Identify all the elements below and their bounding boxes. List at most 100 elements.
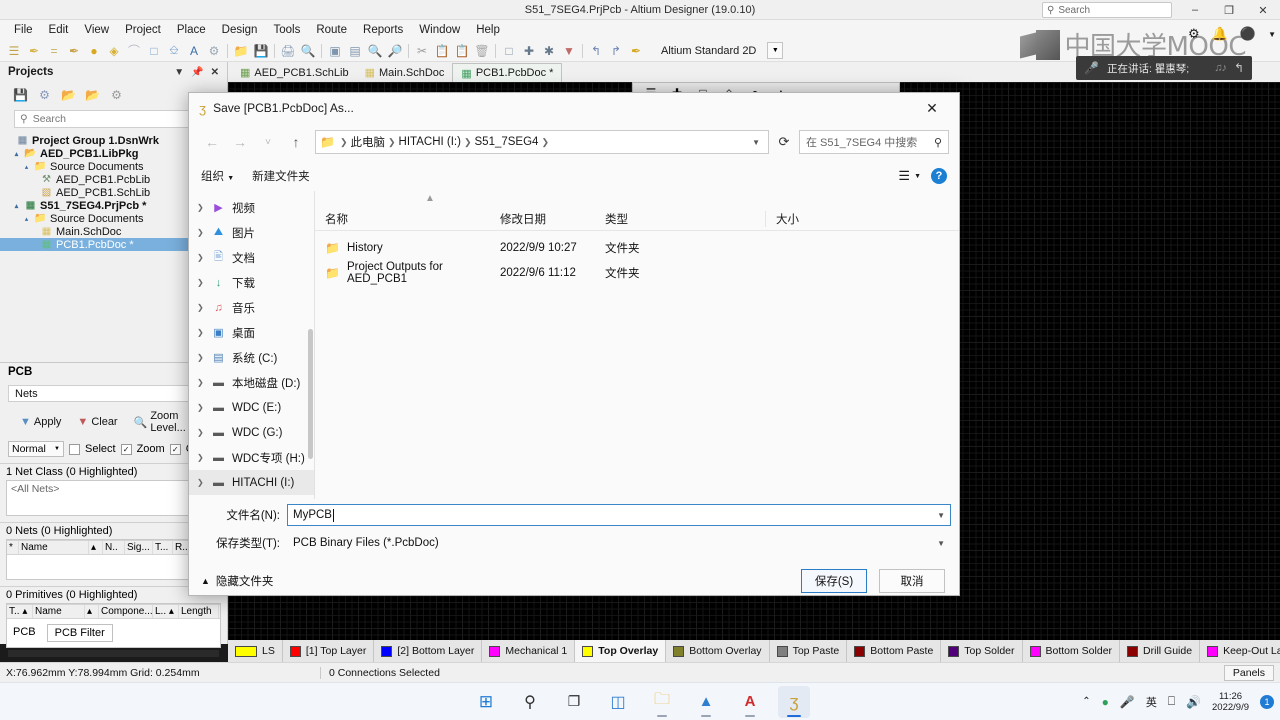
file-explorer-icon[interactable]: 🗀 [646,686,678,718]
chevron-right-icon[interactable]: ❯ [197,453,205,462]
chevron-down-icon[interactable]: ▼ [1268,30,1276,39]
back-button[interactable]: ← [199,129,225,155]
layer-tab-drill-guide[interactable]: Drill Guide [1120,640,1201,662]
move-icon[interactable]: ✚ [519,42,539,60]
prim-col-l[interactable]: L.. ▴ [153,605,179,618]
pin-icon[interactable]: 📌 [191,67,203,78]
cancel-button[interactable]: 取消 [879,569,945,593]
acrobat-icon[interactable]: A [734,686,766,718]
chevron-down-icon[interactable]: ▼ [937,511,945,520]
menu-help[interactable]: Help [468,22,508,38]
nets-col-t[interactable]: T... [153,541,173,554]
doc-tab-pcbdoc[interactable]: ▦ PCB1.PcbDoc * [452,63,563,82]
nets-col-star[interactable]: * [7,541,19,554]
clear-button[interactable]: ▼ Clear [71,413,123,431]
help-button[interactable]: ? [931,168,947,184]
paste-icon[interactable]: 📋 [452,42,472,60]
breadcrumb[interactable]: 📁 ❯ 此电脑 ❯ HITACHI (I:) ❯ S51_7SEG4 ❯ ▼ [315,130,769,154]
align-icon[interactable]: ✱ [539,42,559,60]
menu-edit[interactable]: Edit [41,22,77,38]
sidebar-item-system-c[interactable]: ❯ ▤ 系统 (C:) [189,345,314,370]
antivirus-icon[interactable]: ● [1102,695,1109,709]
sidebar-item-music[interactable]: ❯ ♫ 音乐 [189,295,314,320]
filename-input[interactable]: MyPCB ▼ [287,504,951,526]
nets-col-n[interactable]: N.. [103,541,125,554]
chevron-right-icon[interactable]: ❯ [197,403,205,412]
options-icon[interactable]: ⚙ [108,87,125,104]
dialog-close-button[interactable]: ✕ [911,93,953,123]
tree-twisty[interactable]: ▴ [22,163,31,171]
chevron-right-icon[interactable]: ❯ [197,353,205,362]
menu-view[interactable]: View [76,22,117,38]
fill-icon[interactable]: □ [144,42,164,60]
chevron-right-icon[interactable]: ❯ [197,478,205,487]
close-project-icon[interactable]: 📂 [84,87,101,104]
select-area-icon[interactable]: □ [499,42,519,60]
print-icon[interactable]: 🖨 [278,42,298,60]
volume-icon[interactable]: 🔊 [1186,695,1201,709]
open-icon[interactable]: 📁 [231,42,251,60]
via-icon[interactable]: ✒ [24,42,44,60]
gear-icon[interactable]: ⚙ [1188,26,1200,42]
mic-icon[interactable]: 🎤 [1120,695,1135,709]
doc-tab-schlib[interactable]: ▦ AED_PCB1.SchLib [232,63,357,82]
select-checkbox[interactable] [69,443,80,455]
sidebar-item-videos[interactable]: ❯ ▶ 视频 [189,195,314,220]
zoom-area-icon[interactable]: ▣ [325,42,345,60]
print-preview-icon[interactable]: 🔍 [298,42,318,60]
view-mode-combo[interactable]: Altium Standard 2D [654,42,763,59]
undo-icon[interactable]: ↰ [586,42,606,60]
sidebar-item-wdc-e[interactable]: ❯ ▬ WDC (E:) [189,395,314,420]
close-button[interactable]: ✕ [1246,0,1280,20]
column-header-name[interactable]: 名称 [315,211,490,227]
layer-tab-bottom-layer[interactable]: [2] Bottom Layer [374,640,483,662]
dialog-search-input[interactable]: 在 S51_7SEG4 中搜索 ⚲ [799,130,949,154]
zoom-out-icon[interactable]: 🔎 [385,42,405,60]
sidebar-item-wdc-h[interactable]: ❯ ▬ WDC专项 (H:) [189,445,314,470]
zoom-checkbox[interactable]: ✓ [120,443,132,455]
tree-twisty[interactable]: ▴ [12,150,21,158]
collapse-arrow-icon[interactable]: ↰ [1234,61,1244,75]
chevron-right-icon[interactable]: ❯ [197,303,205,312]
menu-route[interactable]: Route [308,22,355,38]
layer-tab-ls[interactable]: LS [228,640,283,662]
chevron-right-icon[interactable]: ❯ [197,428,205,437]
layer-tab-top-overlay[interactable]: Top Overlay [575,640,667,662]
chevron-right-icon[interactable]: ❯ [197,253,205,262]
notification-badge[interactable]: 1 [1260,694,1274,709]
chevron-right-icon[interactable]: ❯ [197,278,205,287]
widgets-icon[interactable]: ◫ [602,686,634,718]
layer-tab-top-layer[interactable]: [1] Top Layer [283,640,375,662]
prim-col-length[interactable]: Length [179,605,219,618]
save-button[interactable]: 保存(S) [801,569,867,593]
layer-tab-bottom-solder[interactable]: Bottom Solder [1023,640,1121,662]
apply-button[interactable]: ▼ Apply [14,413,67,431]
chevron-right-icon[interactable]: ❯ [197,378,205,387]
route-icon[interactable]: ✒ [64,42,84,60]
cut-icon[interactable]: ✂ [412,42,432,60]
breadcrumb-s51[interactable]: S51_7SEG4 [475,136,539,148]
menu-design[interactable]: Design [214,22,266,38]
sidebar-item-local-disk-d[interactable]: ❯ ▬ 本地磁盘 (D:) [189,370,314,395]
nets-col-name[interactable]: Name [19,541,89,554]
breadcrumb-this-pc[interactable]: 此电脑 [351,134,386,150]
column-header-size[interactable]: 大小 [765,210,831,227]
minimize-button[interactable]: – [1178,0,1212,20]
close-icon[interactable]: ✕ [211,67,219,78]
save-icon[interactable]: 💾 [251,42,271,60]
pcb-mode-combo[interactable]: Normal ▼ [8,441,64,457]
prim-col-t[interactable]: T.. ▴ [7,605,33,618]
recent-locations-button[interactable]: ˅ [255,129,281,155]
chevron-down-icon[interactable]: ▼ [937,539,945,548]
layer-tab-bottom-paste[interactable]: Bottom Paste [847,640,942,662]
pad-icon[interactable]: ● [84,42,104,60]
hide-folders-toggle[interactable]: ▲ 隐藏文件夹 [201,573,273,589]
wps-icon[interactable]: ▲ [690,686,722,718]
sidebar-item-desktop[interactable]: ❯ ▣ 桌面 [189,320,314,345]
prim-col-sort[interactable]: ▴ [85,605,99,618]
sidebar-item-documents[interactable]: ❯ 🖹 文档 [189,245,314,270]
table-row[interactable]: 📁 Project Outputs for AED_PCB1 2022/9/6 … [315,260,959,285]
new-folder-button[interactable]: 新建文件夹 [252,168,310,184]
open-project-icon[interactable]: 📂 [60,87,77,104]
organize-button[interactable]: 组织 ▼ [201,168,234,184]
